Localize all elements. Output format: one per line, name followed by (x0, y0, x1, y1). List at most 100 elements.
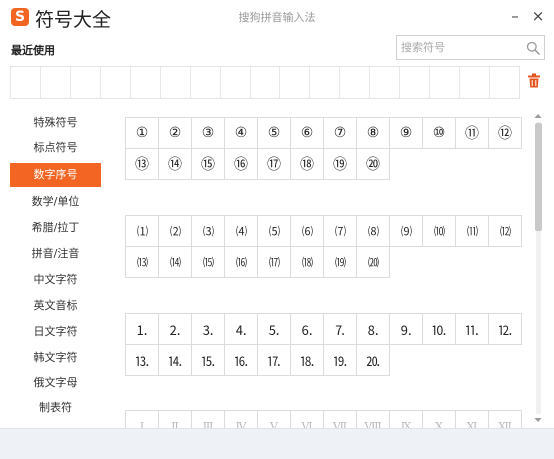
symbol-cell[interactable]: ⒄ (258, 247, 291, 278)
recent-symbol-slot[interactable] (460, 67, 490, 98)
symbol-cell[interactable]: ⑥ (291, 118, 324, 149)
sidebar-item[interactable]: 拼音/注音 (10, 242, 101, 266)
symbol-cell[interactable]: ⑪ (456, 118, 489, 149)
symbol-cell[interactable]: Ⅺ (456, 411, 489, 428)
symbol-cell[interactable]: ⒂ (192, 247, 225, 278)
recent-symbol-slot[interactable] (310, 67, 341, 98)
recent-symbol-slot[interactable] (430, 67, 461, 98)
symbol-cell[interactable]: ⒐ (390, 314, 423, 345)
symbol-cell[interactable]: ⒛ (357, 345, 390, 376)
symbol-cell[interactable]: ⑵ (159, 216, 192, 247)
symbol-cell[interactable]: ⒙ (291, 345, 324, 376)
symbol-cell[interactable]: Ⅰ (126, 411, 159, 428)
symbol-cell[interactable]: ⑶ (192, 216, 225, 247)
symbol-cell[interactable]: ⑿ (489, 216, 522, 247)
chevron-down-icon[interactable] (534, 416, 542, 424)
symbol-cell[interactable]: ⑸ (258, 216, 291, 247)
symbol-cell[interactable]: Ⅵ (291, 411, 324, 428)
sidebar-item[interactable]: 特殊符号 (10, 111, 101, 135)
symbol-cell[interactable]: ⑼ (390, 216, 423, 247)
symbol-cell[interactable]: ⒎ (324, 314, 357, 345)
symbol-cell[interactable]: ⒅ (291, 247, 324, 278)
symbol-cell[interactable]: ⒔ (126, 345, 159, 376)
symbol-cell[interactable]: ⑻ (357, 216, 390, 247)
search-box[interactable] (396, 35, 545, 60)
symbol-cell[interactable]: ⒁ (159, 247, 192, 278)
symbol-cell[interactable]: ⑫ (489, 118, 522, 149)
symbol-cell[interactable]: ⑤ (258, 118, 291, 149)
symbol-cell[interactable]: Ⅱ (159, 411, 192, 428)
symbol-cell[interactable]: Ⅳ (225, 411, 258, 428)
vertical-scrollbar[interactable] (531, 110, 545, 428)
recent-symbol-slot[interactable] (161, 67, 191, 98)
symbol-cell[interactable]: ⒉ (159, 314, 192, 345)
symbol-cell[interactable]: ② (159, 118, 192, 149)
symbol-cell[interactable]: ④ (225, 118, 258, 149)
symbol-cell[interactable]: ⑯ (225, 149, 258, 180)
sidebar-item[interactable]: 制表符 (10, 396, 101, 420)
symbol-cell[interactable]: ① (126, 118, 159, 149)
recent-symbol-slot[interactable] (280, 67, 311, 98)
sidebar-item[interactable]: 数字序号 (10, 163, 101, 187)
recent-symbol-slot[interactable] (340, 67, 371, 98)
sidebar-item[interactable]: 希腊/拉丁 (10, 216, 101, 240)
recent-symbol-slot[interactable] (131, 67, 161, 98)
scroll-thumb[interactable] (535, 123, 542, 231)
symbol-cell[interactable]: Ⅸ (390, 411, 423, 428)
symbol-cell[interactable]: ⑴ (126, 216, 159, 247)
symbol-cell[interactable]: ⒑ (423, 314, 456, 345)
symbol-cell[interactable]: ⒘ (258, 345, 291, 376)
recent-symbol-slot[interactable] (191, 67, 221, 98)
sidebar-item[interactable]: 英文音标 (10, 294, 101, 318)
symbol-cell[interactable]: ⒓ (489, 314, 522, 345)
symbol-cell[interactable]: ⒊ (192, 314, 225, 345)
symbol-cell[interactable]: ⑲ (324, 149, 357, 180)
recent-symbol-slot[interactable] (71, 67, 101, 98)
recent-symbol-slot[interactable] (11, 67, 41, 98)
symbol-cell[interactable]: ⑩ (423, 118, 456, 149)
recent-symbol-slot[interactable] (370, 67, 401, 98)
symbol-cell[interactable]: ⒌ (258, 314, 291, 345)
symbol-cell[interactable]: ⒍ (291, 314, 324, 345)
symbol-cell[interactable]: ⑭ (159, 149, 192, 180)
symbol-cell[interactable]: ⒋ (225, 314, 258, 345)
symbol-cell[interactable]: Ⅻ (489, 411, 522, 428)
symbol-cell[interactable]: ⒃ (225, 247, 258, 278)
symbol-cell[interactable]: ⑽ (423, 216, 456, 247)
recent-symbol-slot[interactable] (490, 67, 519, 98)
symbol-cell[interactable]: Ⅷ (357, 411, 390, 428)
minimize-button[interactable]: – (505, 6, 525, 26)
symbol-cell[interactable]: ⑺ (324, 216, 357, 247)
recent-symbol-slot[interactable] (251, 67, 281, 98)
symbol-cell[interactable]: ⑨ (390, 118, 423, 149)
search-input[interactable] (397, 36, 517, 59)
symbol-cell[interactable]: ⒖ (192, 345, 225, 376)
symbol-cell[interactable]: ⑧ (357, 118, 390, 149)
symbol-cell[interactable]: ⒈ (126, 314, 159, 345)
chevron-up-icon[interactable] (534, 112, 542, 120)
symbol-cell[interactable]: ⑬ (126, 149, 159, 180)
recent-symbol-slot[interactable] (221, 67, 251, 98)
symbol-cell[interactable]: ⑳ (357, 149, 390, 180)
sidebar-item[interactable]: 数学/单位 (10, 190, 101, 214)
sidebar-item[interactable]: 标点符号 (10, 136, 101, 160)
symbol-cell[interactable]: Ⅶ (324, 411, 357, 428)
symbol-cell[interactable]: ⒀ (126, 247, 159, 278)
symbol-cell[interactable]: ⒚ (324, 345, 357, 376)
sidebar-item[interactable]: 韩文字符 (10, 346, 101, 370)
symbol-cell[interactable]: ⒆ (324, 247, 357, 278)
symbol-cell[interactable]: ⑷ (225, 216, 258, 247)
symbol-cell[interactable]: ⒕ (159, 345, 192, 376)
symbol-cell[interactable]: ⒒ (456, 314, 489, 345)
symbol-cell[interactable]: ⑰ (258, 149, 291, 180)
search-icon[interactable] (526, 41, 540, 55)
symbol-cell[interactable]: ⑦ (324, 118, 357, 149)
trash-icon[interactable] (528, 73, 540, 88)
symbol-cell[interactable]: Ⅲ (192, 411, 225, 428)
symbol-cell[interactable]: ⒇ (357, 247, 390, 278)
symbol-cell[interactable]: ⑾ (456, 216, 489, 247)
symbol-cell[interactable]: ⑮ (192, 149, 225, 180)
recent-symbol-slot[interactable] (400, 67, 431, 98)
sidebar-item[interactable]: 中文字符 (10, 268, 101, 292)
symbol-cell[interactable]: Ⅴ (258, 411, 291, 428)
